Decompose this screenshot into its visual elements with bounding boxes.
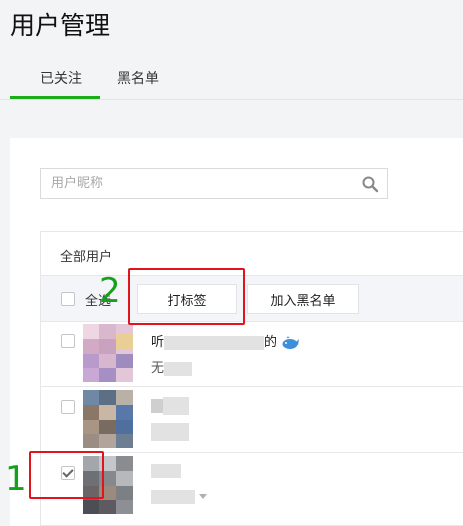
user-name-prefix: 听 xyxy=(151,335,165,350)
row-checkbox[interactable] xyxy=(61,334,75,348)
table-row xyxy=(41,387,463,453)
row-checkbox[interactable] xyxy=(61,400,75,414)
group-title: 全部用户 xyxy=(60,250,113,265)
annotation-highlight-step-2 xyxy=(128,268,245,325)
annotation-step-1-number: 1 xyxy=(5,459,27,499)
avatar xyxy=(83,390,133,448)
redacted-text xyxy=(151,423,189,441)
user-tag-text: 无 xyxy=(151,361,165,376)
annotation-highlight-step-1 xyxy=(29,451,104,499)
avatar xyxy=(83,324,133,382)
table-row: 听的 无 xyxy=(41,321,463,387)
tabs-divider xyxy=(0,99,463,100)
tab-blacklist[interactable]: 黑名单 xyxy=(117,68,159,88)
annotation-step-2-number: 2 xyxy=(99,271,121,311)
user-tag[interactable] xyxy=(151,489,208,504)
caret-down-icon xyxy=(199,493,208,499)
user-tag xyxy=(151,423,189,441)
search-icon[interactable] xyxy=(361,175,379,193)
user-name[interactable] xyxy=(151,463,181,478)
table-row xyxy=(41,453,463,519)
redacted-text xyxy=(151,489,195,504)
search-input[interactable] xyxy=(41,169,361,198)
add-to-blacklist-button[interactable]: 加入黑名单 xyxy=(247,284,359,314)
table-header: 全部用户 xyxy=(41,232,463,276)
user-name[interactable] xyxy=(151,397,189,415)
search-box xyxy=(40,168,388,199)
user-tag: 无 xyxy=(151,357,193,376)
redacted-text xyxy=(164,335,265,350)
select-all-checkbox[interactable] xyxy=(61,292,75,306)
tab-bar: 已关注 黑名单 xyxy=(0,56,463,100)
whale-emoji-icon xyxy=(282,336,300,349)
redacted-text xyxy=(151,463,181,478)
redacted-text xyxy=(163,397,189,415)
page-title: 用户管理 xyxy=(10,11,111,40)
user-name-suffix: 的 xyxy=(264,335,278,350)
redacted-text xyxy=(164,361,193,376)
user-name[interactable]: 听的 xyxy=(151,331,300,350)
tab-followed[interactable]: 已关注 xyxy=(40,68,82,88)
redacted-text xyxy=(151,399,163,413)
